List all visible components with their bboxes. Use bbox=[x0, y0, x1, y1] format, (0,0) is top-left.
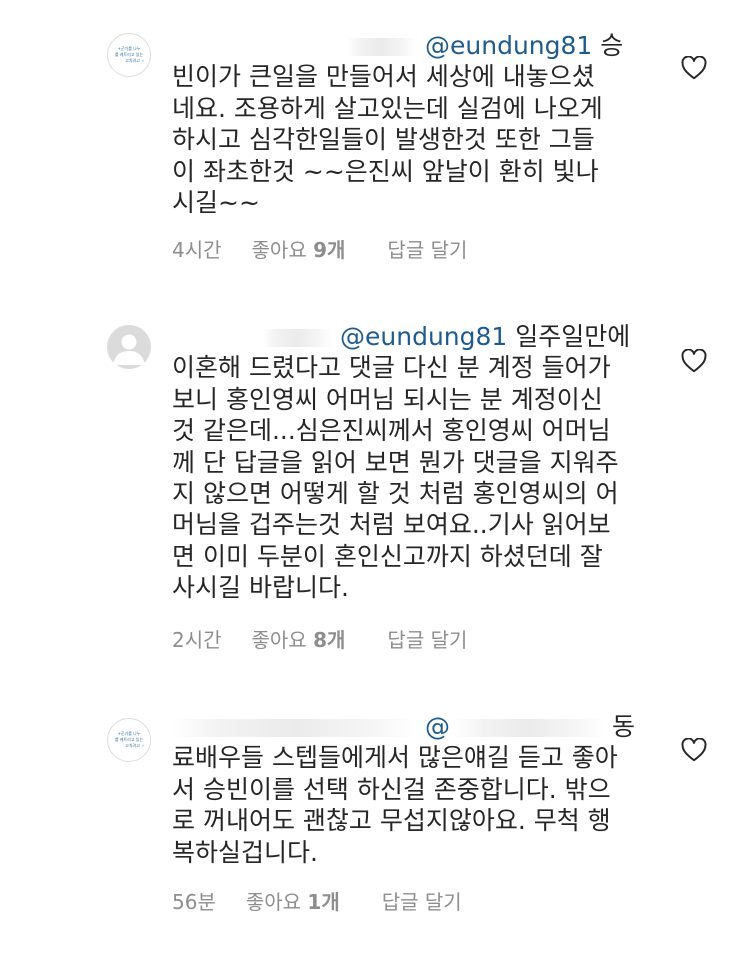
comment-line-text: 일주일만에 bbox=[515, 322, 631, 351]
comment-line: 하시고 심각한일들이 발생한것 또한 그들 bbox=[172, 125, 595, 155]
heart-outline-icon[interactable] bbox=[681, 737, 707, 762]
comment-line: 복하실겁니다. bbox=[172, 837, 318, 867]
comment-line: 머님을 겁주는것 처럼 보여요..기사 읽어보 bbox=[172, 510, 611, 540]
redacted-username bbox=[262, 329, 332, 347]
comment-line: 보니 홍인영씨 어머님 되시는 분 계정이신 bbox=[172, 384, 603, 414]
comment-line: 께 단 답글을 읽어 보면 뭔가 댓글을 지워주 bbox=[172, 447, 619, 477]
mention-link[interactable]: @ bbox=[425, 712, 450, 741]
heart-outline-icon[interactable] bbox=[681, 348, 707, 373]
avatar-logo-text-line-3: 고치려고 ㅅ bbox=[125, 58, 145, 63]
comment-line-text: 동 bbox=[611, 712, 635, 741]
reply-button[interactable]: 답글 달기 bbox=[387, 238, 467, 262]
like-icon-svg bbox=[681, 737, 707, 762]
comment-time: 2시간 bbox=[172, 628, 222, 652]
likes-label: 좋아요 bbox=[245, 890, 302, 914]
comment-line: 네요. 조용하게 살고있는데 실검에 나오게 bbox=[172, 93, 603, 123]
likes-number: 1개 bbox=[307, 890, 340, 914]
comment-meta: 2시간 좋아요 8개 답글 달기 bbox=[172, 628, 467, 652]
comment-time: 4시간 bbox=[172, 238, 222, 262]
heart-outline-icon[interactable] bbox=[681, 55, 707, 80]
commenter-avatar[interactable]: +군기를 나누 를 캐트리고 있는 고치려고 ㅅ bbox=[107, 718, 151, 762]
default-profile-icon[interactable] bbox=[107, 325, 151, 369]
likes-count-link[interactable]: 좋아요 8개 bbox=[252, 628, 346, 652]
mention-link[interactable]: @eundung81 bbox=[340, 322, 507, 351]
redacted-username bbox=[347, 38, 417, 56]
comment-line-text: 승 bbox=[600, 31, 624, 60]
like-icon-svg bbox=[681, 55, 707, 80]
likes-label: 좋아요 bbox=[251, 238, 307, 262]
likes-number: 9개 bbox=[313, 238, 346, 262]
comment-line: @eundung81 일주일만에 bbox=[172, 321, 652, 352]
comment-line: 이 좌초한것 ~~은진씨 앞날이 환히 빛나 bbox=[172, 156, 599, 186]
avatar-logo-text-line-3: 고치려고 ㅅ bbox=[125, 743, 145, 748]
comment-line: 로 꺼내어도 괜찮고 무섭지않아요. 무척 행 bbox=[172, 806, 611, 836]
like-icon-svg bbox=[681, 348, 707, 373]
comment-text: @eundung81 일주일만에 이혼해 드렸다고 댓글 다신 분 계정 들어가… bbox=[172, 321, 652, 604]
mention-link[interactable]: @eundung81 bbox=[425, 31, 592, 60]
comment-meta: 56분 좋아요 1개 답글 달기 bbox=[172, 890, 462, 914]
comment-line: 것 같은데...심은진씨께서 홍인영씨 어머님 bbox=[172, 416, 611, 446]
reply-button[interactable]: 답글 달기 bbox=[387, 628, 467, 652]
commenter-avatar[interactable]: +군기를 나누 를 캐트리고 있는 고치려고 ㅅ bbox=[107, 33, 151, 77]
comment-line: 지 않으면 어떻게 할 것 처럼 홍인영씨의 어 bbox=[172, 478, 619, 508]
likes-label: 좋아요 bbox=[251, 628, 307, 652]
comment-line: 사시길 바랍니다. bbox=[172, 573, 349, 603]
redacted-username bbox=[172, 719, 417, 737]
comment-time: 56분 bbox=[172, 890, 216, 914]
comment-text: @eundung81 승 빈이가 큰일을 만들어서 세상에 내놓으셨 네요. 조… bbox=[172, 30, 652, 218]
comment-line: @eundung81 승 bbox=[172, 30, 652, 61]
comment-text: @ 동 료배우들 스텝들에게서 많은얘길 듣고 좋아 서 승빈이를 선택 하신걸… bbox=[172, 711, 652, 868]
comment-line: 빈이가 큰일을 만들어서 세상에 내놓으셨 bbox=[172, 62, 595, 92]
comment-line: 이혼해 드렸다고 댓글 다신 분 계정 들어가 bbox=[172, 353, 611, 383]
comment-meta: 4시간 좋아요 9개 답글 달기 bbox=[172, 238, 467, 262]
redacted-username bbox=[454, 719, 604, 737]
default-avatar-svg bbox=[113, 334, 145, 365]
likes-count-link[interactable]: 좋아요 9개 bbox=[252, 238, 346, 262]
comment-line: 면 이미 두분이 혼인신고까지 하셨던데 잘 bbox=[172, 541, 603, 571]
likes-number: 8개 bbox=[313, 628, 346, 652]
likes-count-link[interactable]: 좋아요 1개 bbox=[246, 890, 340, 914]
comment-line: 시길~~ bbox=[172, 187, 260, 217]
comment-line: 서 승빈이를 선택 하신걸 존중합니다. 밖으 bbox=[172, 774, 611, 804]
reply-button[interactable]: 답글 달기 bbox=[382, 890, 462, 914]
comment-line: 료배우들 스텝들에게서 많은얘길 듣고 좋아 bbox=[172, 743, 618, 773]
comment-line: @ 동 bbox=[172, 711, 652, 742]
